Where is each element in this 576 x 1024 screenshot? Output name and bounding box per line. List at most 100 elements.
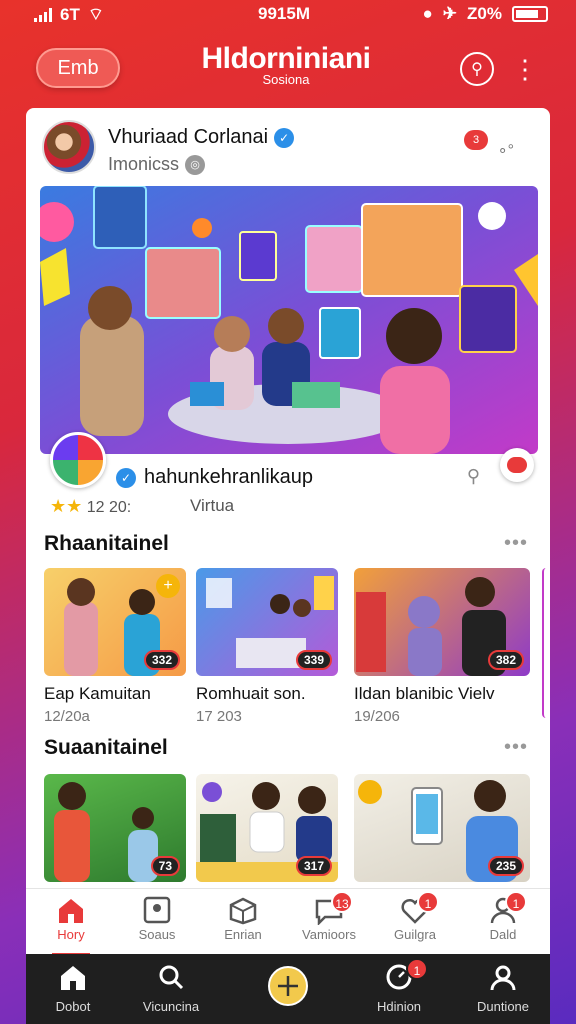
status-bar: 6T ⌔ 9915M ● ✈ Z0% (0, 0, 576, 30)
rating: ★★ 12 20: (50, 496, 131, 517)
search-icon (126, 964, 216, 995)
tab-label: Enrian (224, 927, 262, 942)
tab-vamioors[interactable]: 13 Vamioors (284, 891, 374, 942)
thumbnail: 317 (196, 774, 338, 882)
nav-label: Dobot (55, 999, 91, 1014)
home-icon (28, 964, 118, 995)
thumbnail: 382 (354, 568, 530, 676)
thumbnail: 235 (354, 774, 530, 882)
tab-dald[interactable]: 1 Dald (458, 891, 548, 942)
thumbnail: 339 (196, 568, 338, 676)
feed-card: Vhuriaad Corlanai ✓ Imonicss ◎ 3 ∘° ✓ ha… (26, 108, 550, 954)
list-item[interactable]: 382 Ildan blanibic Vielv 19/206 (354, 568, 530, 725)
list-item[interactable]: 73 (44, 774, 186, 882)
tab-soaus[interactable]: Soaus (112, 895, 202, 942)
post-tag: Virtua (190, 496, 235, 515)
tab-badge: 1 (417, 891, 439, 913)
user-icon[interactable]: ⚲ (467, 466, 480, 487)
list-item[interactable]: 235 (354, 774, 530, 882)
bluetooth-icon: ✈ (442, 4, 458, 23)
tab-enrian[interactable]: Enrian (198, 895, 288, 942)
nav-home[interactable]: Dobot (28, 964, 118, 1014)
tab-label: Dald (489, 927, 517, 942)
nav-search[interactable]: Vicuncina (126, 964, 216, 1014)
author-subtitle: Imonicss (108, 154, 180, 174)
brand-title: Hldorniniani (201, 42, 372, 75)
profile-icon: 1 (487, 891, 527, 925)
nav-label: Hdinion (376, 999, 422, 1014)
tab-guilgra[interactable]: 1 Guilgra (370, 891, 460, 942)
more-icon[interactable]: ∘° (498, 140, 514, 160)
count-badge: 332 (143, 650, 180, 670)
item-title: Ildan blanibic Vielv (354, 684, 495, 703)
item-meta: 19/206 (354, 708, 400, 725)
wifi-icon: ⌔ (87, 5, 104, 24)
alarm-icon: ● (422, 4, 433, 23)
post-header: Vhuriaad Corlanai ✓ Imonicss ◎ 3 ∘° (42, 120, 532, 180)
author-subtitle-row: Imonicss ◎ (108, 154, 206, 176)
plus-icon (278, 976, 298, 996)
home-icon (55, 895, 87, 925)
nav-notifications[interactable]: 1 Hdinion (354, 958, 444, 1014)
star-icons: ★★ (50, 496, 83, 516)
nav-badge: 1 (406, 958, 428, 980)
globe-icon: ◎ (185, 155, 206, 176)
tab-label: Vamioors (302, 927, 356, 942)
create-button[interactable] (268, 966, 308, 1006)
nav-profile[interactable]: Duntione (458, 964, 548, 1014)
section-title: Suaanitainel (44, 736, 168, 759)
verified-icon: ✓ (274, 127, 295, 148)
emb-button[interactable]: Emb (36, 48, 120, 88)
avatar[interactable] (42, 120, 96, 174)
tab-label: Soaus (138, 927, 176, 942)
profile-icon (458, 964, 548, 995)
list-item[interactable]: 317 (196, 774, 338, 882)
item-title: Eap Kamuitan (44, 684, 151, 703)
notification-badge[interactable]: 3 (464, 130, 488, 150)
count-badge: 382 (487, 650, 524, 670)
item-title: Romhuait son. (196, 684, 306, 703)
tab-badge: 1 (505, 891, 527, 913)
heart-icon: 1 (399, 891, 439, 925)
section-more-icon[interactable]: ••• (504, 736, 528, 759)
carrier-label: 6T (60, 4, 80, 24)
image-icon (141, 895, 173, 925)
verified-icon: ✓ (116, 467, 136, 488)
signal-icon (34, 7, 52, 22)
section-more-icon[interactable]: ••• (504, 532, 528, 555)
count-badge: 73 (150, 856, 180, 876)
tab-home[interactable]: Hory (26, 895, 116, 956)
tab-label: Guilgra (394, 927, 436, 942)
nav-label: Duntione (476, 999, 530, 1014)
author-row: Vhuriaad Corlanai ✓ (108, 126, 295, 149)
app-name[interactable]: hahunkehranlikaup (144, 466, 313, 488)
compass-icon[interactable]: ⚲ (460, 52, 494, 86)
app-header: Emb Hldorniniani Sosiona ⚲ ⋮ (26, 38, 550, 102)
hero-image[interactable] (40, 186, 538, 454)
battery-label: Z0% (467, 4, 502, 23)
more-vertical-icon[interactable]: ⋮ (508, 52, 542, 86)
count-badge: 339 (295, 650, 332, 670)
list-item[interactable]: + 332 Eap Kamuitan 12/20a (44, 568, 186, 725)
list-item[interactable]: 339 Romhuait son. 17 203 (196, 568, 338, 725)
thumbnail: + 332 (44, 568, 186, 676)
item-meta: 12/20a (44, 708, 90, 725)
box-icon (227, 895, 259, 925)
author-name[interactable]: Vhuriaad Corlanai (108, 126, 268, 148)
chat-icon: 13 (313, 891, 353, 927)
add-icon[interactable]: + (156, 574, 180, 598)
scroll-peek (542, 568, 550, 718)
rating-text: 12 20: (86, 499, 132, 516)
notification-button[interactable] (500, 448, 534, 482)
brand-logo: Hldorniniani Sosiona (176, 42, 396, 87)
app-logo[interactable] (50, 432, 106, 488)
item-meta: 17 203 (196, 708, 242, 725)
count-badge: 317 (295, 856, 332, 876)
clock: 9915M (258, 4, 310, 23)
section-title: Rhaanitainel (44, 532, 169, 555)
thumbnail: 73 (44, 774, 186, 882)
bottom-nav: Dobot Vicuncina 1 Hdinion Duntione (26, 954, 550, 1024)
tab-bar: Hory Soaus Enrian 13 Vamioors 1 Guilgra … (26, 888, 550, 956)
app-name-row: ✓ hahunkehranlikaup (116, 466, 313, 489)
nav-label: Vicuncina (142, 999, 200, 1014)
